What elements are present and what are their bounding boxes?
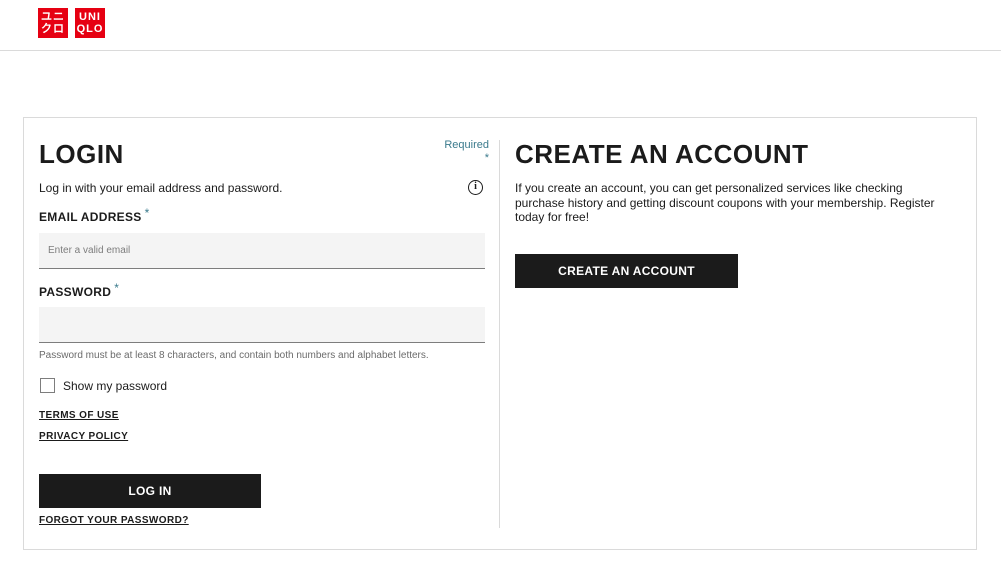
show-password-label[interactable]: Show my password xyxy=(63,379,167,393)
create-account-title: CREATE AN ACCOUNT xyxy=(515,139,809,169)
logo-latin-bottom: QLO xyxy=(76,23,104,35)
show-password-checkbox[interactable] xyxy=(40,378,55,393)
email-label-text: EMAIL ADDRESS xyxy=(39,210,142,224)
logo-katakana-bottom: クロ xyxy=(41,23,65,35)
email-required-mark: * xyxy=(144,206,150,220)
password-required-mark: * xyxy=(114,281,120,295)
required-note-mark: * xyxy=(484,152,489,164)
info-icon[interactable]: i xyxy=(468,180,483,195)
password-hint: Password must be at least 8 characters, … xyxy=(39,350,429,361)
logo-katakana-top: ユニ xyxy=(41,11,65,23)
logo-latin-top: UNI xyxy=(79,11,101,23)
forgot-password-link[interactable]: FORGOT YOUR PASSWORD? xyxy=(39,515,189,526)
password-label-text: PASSWORD xyxy=(39,285,112,299)
logo-latin-box: UNI QLO xyxy=(75,8,105,38)
create-account-description: If you create an account, you can get pe… xyxy=(515,181,935,224)
login-title: LOGIN xyxy=(39,139,124,169)
email-label: EMAIL ADDRESS * xyxy=(39,206,150,224)
login-description: Log in with your email address and passw… xyxy=(39,181,283,195)
password-label: PASSWORD * xyxy=(39,281,119,299)
privacy-policy-link[interactable]: PRIVACY POLICY xyxy=(39,431,128,442)
create-account-button[interactable]: CREATE AN ACCOUNT xyxy=(515,254,738,288)
terms-of-use-link[interactable]: TERMS OF USE xyxy=(39,410,119,421)
login-button[interactable]: LOG IN xyxy=(39,474,261,508)
logo-katakana-box: ユニ クロ xyxy=(38,8,68,38)
auth-card: LOGIN Required * Log in with your email … xyxy=(23,117,977,550)
site-header: ユニ クロ UNI QLO xyxy=(0,0,1001,51)
password-input[interactable] xyxy=(39,307,485,343)
show-password-row[interactable]: Show my password xyxy=(40,378,167,393)
required-note-text: Required xyxy=(444,139,489,151)
required-note: Required * xyxy=(419,139,489,165)
uniqlo-logo[interactable]: ユニ クロ UNI QLO xyxy=(38,8,105,38)
email-input[interactable] xyxy=(39,233,485,269)
column-divider xyxy=(499,140,500,528)
